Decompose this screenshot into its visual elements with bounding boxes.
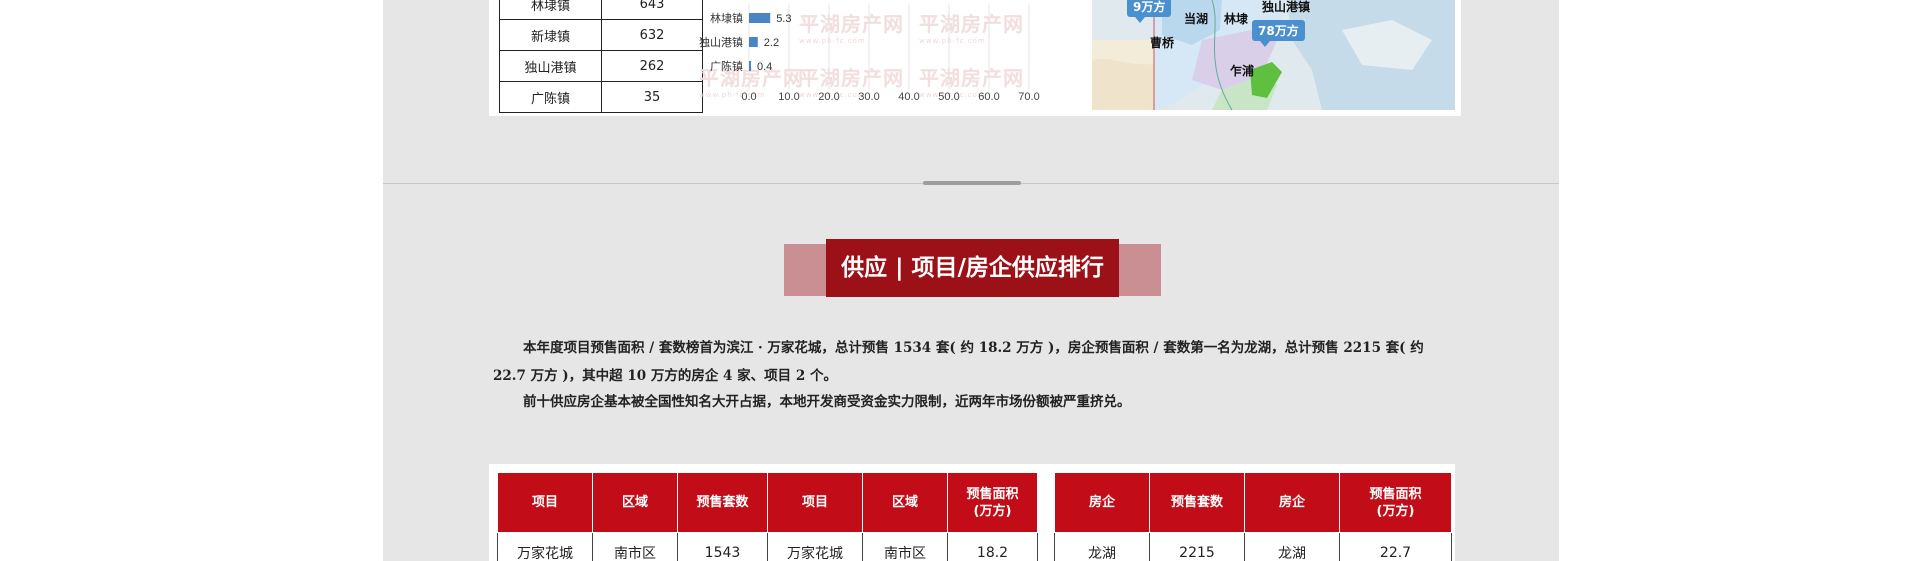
x-tick-label: 20.0 (818, 91, 839, 103)
map-label-1: 林埭 (1224, 12, 1249, 26)
content-column: 林埭镇 643 新埭镇 632 独山港镇 262 广陈镇 35 平湖房产网 www.ph-fc.… (383, 0, 1559, 561)
table-row[interactable]: 龙湖 2215 龙湖 22.7 (1054, 532, 1452, 561)
proj-header-cell[interactable]: 项目 (767, 472, 863, 533)
bar (749, 61, 751, 71)
bar-value-label: 0.4 (757, 61, 772, 73)
town-row: 林埭镇 643 (499, 0, 703, 20)
map-label-2: 独山港镇 (1262, 0, 1311, 14)
x-tick-label: 30.0 (858, 91, 879, 103)
map-label-3: 曹桥 (1150, 36, 1175, 50)
developer-ranking-table: 房企 预售套数 房企 预售面积 (万方) 龙湖 2215 龙湖 22.7 (1054, 472, 1452, 561)
town-value: 35 (601, 81, 703, 113)
project-ranking-table: 项目 区域 预售套数 项目 区域 预售面积 (万方) 万家花城 南市区 1543 万家花城 南市区 1… (497, 472, 1038, 561)
dev-cell: 22.7 (1339, 532, 1452, 561)
dev-cell: 龙湖 (1244, 532, 1340, 561)
x-tick-label: 70.0 (1018, 91, 1039, 103)
proj-header-cell[interactable]: 预售套数 (677, 472, 768, 533)
proj-header-cell[interactable]: 预售面积 (万方) (947, 472, 1038, 533)
x-tick-label: 60.0 (978, 91, 999, 103)
town-name: 林埭镇 (499, 0, 602, 20)
dev-header-cell[interactable]: 预售面积 (万方) (1339, 472, 1452, 533)
proj-cell: 南市区 (862, 532, 948, 561)
proj-cell: 万家花城 (767, 532, 863, 561)
divider-handle (923, 181, 1021, 185)
town-name: 广陈镇 (499, 81, 602, 113)
town-value: 643 (601, 0, 703, 20)
table-row[interactable]: 万家花城 南市区 1543 万家花城 南市区 18.2 (497, 532, 1038, 561)
category-label: 广陈镇 (710, 59, 743, 73)
proj-header-cell[interactable]: 区域 (592, 472, 678, 533)
town-bar-chart: 平湖房产网 www.ph-fc.com 平湖房产网 www.ph-fc.com 平湖房产… (699, 0, 1079, 116)
town-value-table: 林埭镇 643 新埭镇 632 独山港镇 262 广陈镇 35 (499, 0, 703, 113)
town-row: 新埭镇 632 (499, 19, 703, 51)
dev-header-cell[interactable]: 预售套数 (1149, 472, 1245, 533)
bar (749, 37, 758, 47)
town-row: 独山港镇 262 (499, 50, 703, 82)
dev-cell: 2215 (1149, 532, 1245, 561)
town-row: 广陈镇 35 (499, 81, 703, 113)
region-map: 9万方 当湖 林埭 独山港镇 曹桥 78万方 乍浦 (1092, 0, 1455, 110)
town-name: 独山港镇 (499, 50, 602, 82)
proj-cell: 万家花城 (497, 532, 593, 561)
x-tick-label: 50.0 (938, 91, 959, 103)
top-report-panel: 林埭镇 643 新埭镇 632 独山港镇 262 广陈镇 35 平湖房产网 www.ph-fc.… (489, 0, 1461, 116)
dev-header-cell[interactable]: 房企 (1054, 472, 1150, 533)
bar-value-label: 5.3 (776, 13, 791, 25)
map-badge-0[interactable]: 9万方 (1127, 0, 1172, 23)
town-name: 新埭镇 (499, 19, 602, 51)
dev-header-cell[interactable]: 房企 (1244, 472, 1340, 533)
map-badge-1[interactable]: 78万方 (1252, 20, 1305, 47)
chart-svg: 0.0 10.0 20.0 30.0 40.0 50.0 60.0 70.0 林埭镇 5.3 独山港… (699, 4, 1040, 103)
category-label: 林埭镇 (710, 11, 743, 25)
ranking-panel: 项目 区域 预售套数 项目 区域 预售面积 (万方) 万家花城 南市区 1543 万家花城 南市区 1… (489, 464, 1455, 561)
x-tick-label: 40.0 (898, 91, 919, 103)
x-tick-label: 10.0 (778, 91, 799, 103)
x-tick-label: 0.0 (741, 91, 756, 103)
proj-header-cell[interactable]: 区域 (862, 472, 948, 533)
summary-paragraph-2: 前十供应房企基本被全国性知名大开占据，本地开发商受资金实力限制，近两年市场份额被… (523, 394, 1131, 410)
page: 林埭镇 643 新埭镇 632 独山港镇 262 广陈镇 35 平湖房产网 www.ph-fc.… (0, 0, 1920, 561)
dev-cell: 龙湖 (1054, 532, 1150, 561)
summary-paragraph-1: 本年度项目预售面积 / 套数榜首为滨江 · 万家花城，总计预售 1534 套( … (493, 340, 1424, 384)
section-title: 供应 | 项目/房企供应排行 (826, 239, 1119, 297)
town-value: 632 (601, 19, 703, 51)
proj-header-cell[interactable]: 项目 (497, 472, 593, 533)
town-value: 262 (601, 50, 703, 82)
map-label-0: 当湖 (1184, 12, 1209, 26)
proj-cell: 南市区 (592, 532, 678, 561)
proj-cell: 1543 (677, 532, 768, 561)
bar (749, 13, 771, 23)
proj-cell: 18.2 (947, 532, 1038, 561)
category-label: 独山港镇 (699, 35, 743, 49)
map-label-4: 乍浦 (1230, 64, 1255, 78)
bar-value-label: 2.2 (764, 37, 779, 49)
